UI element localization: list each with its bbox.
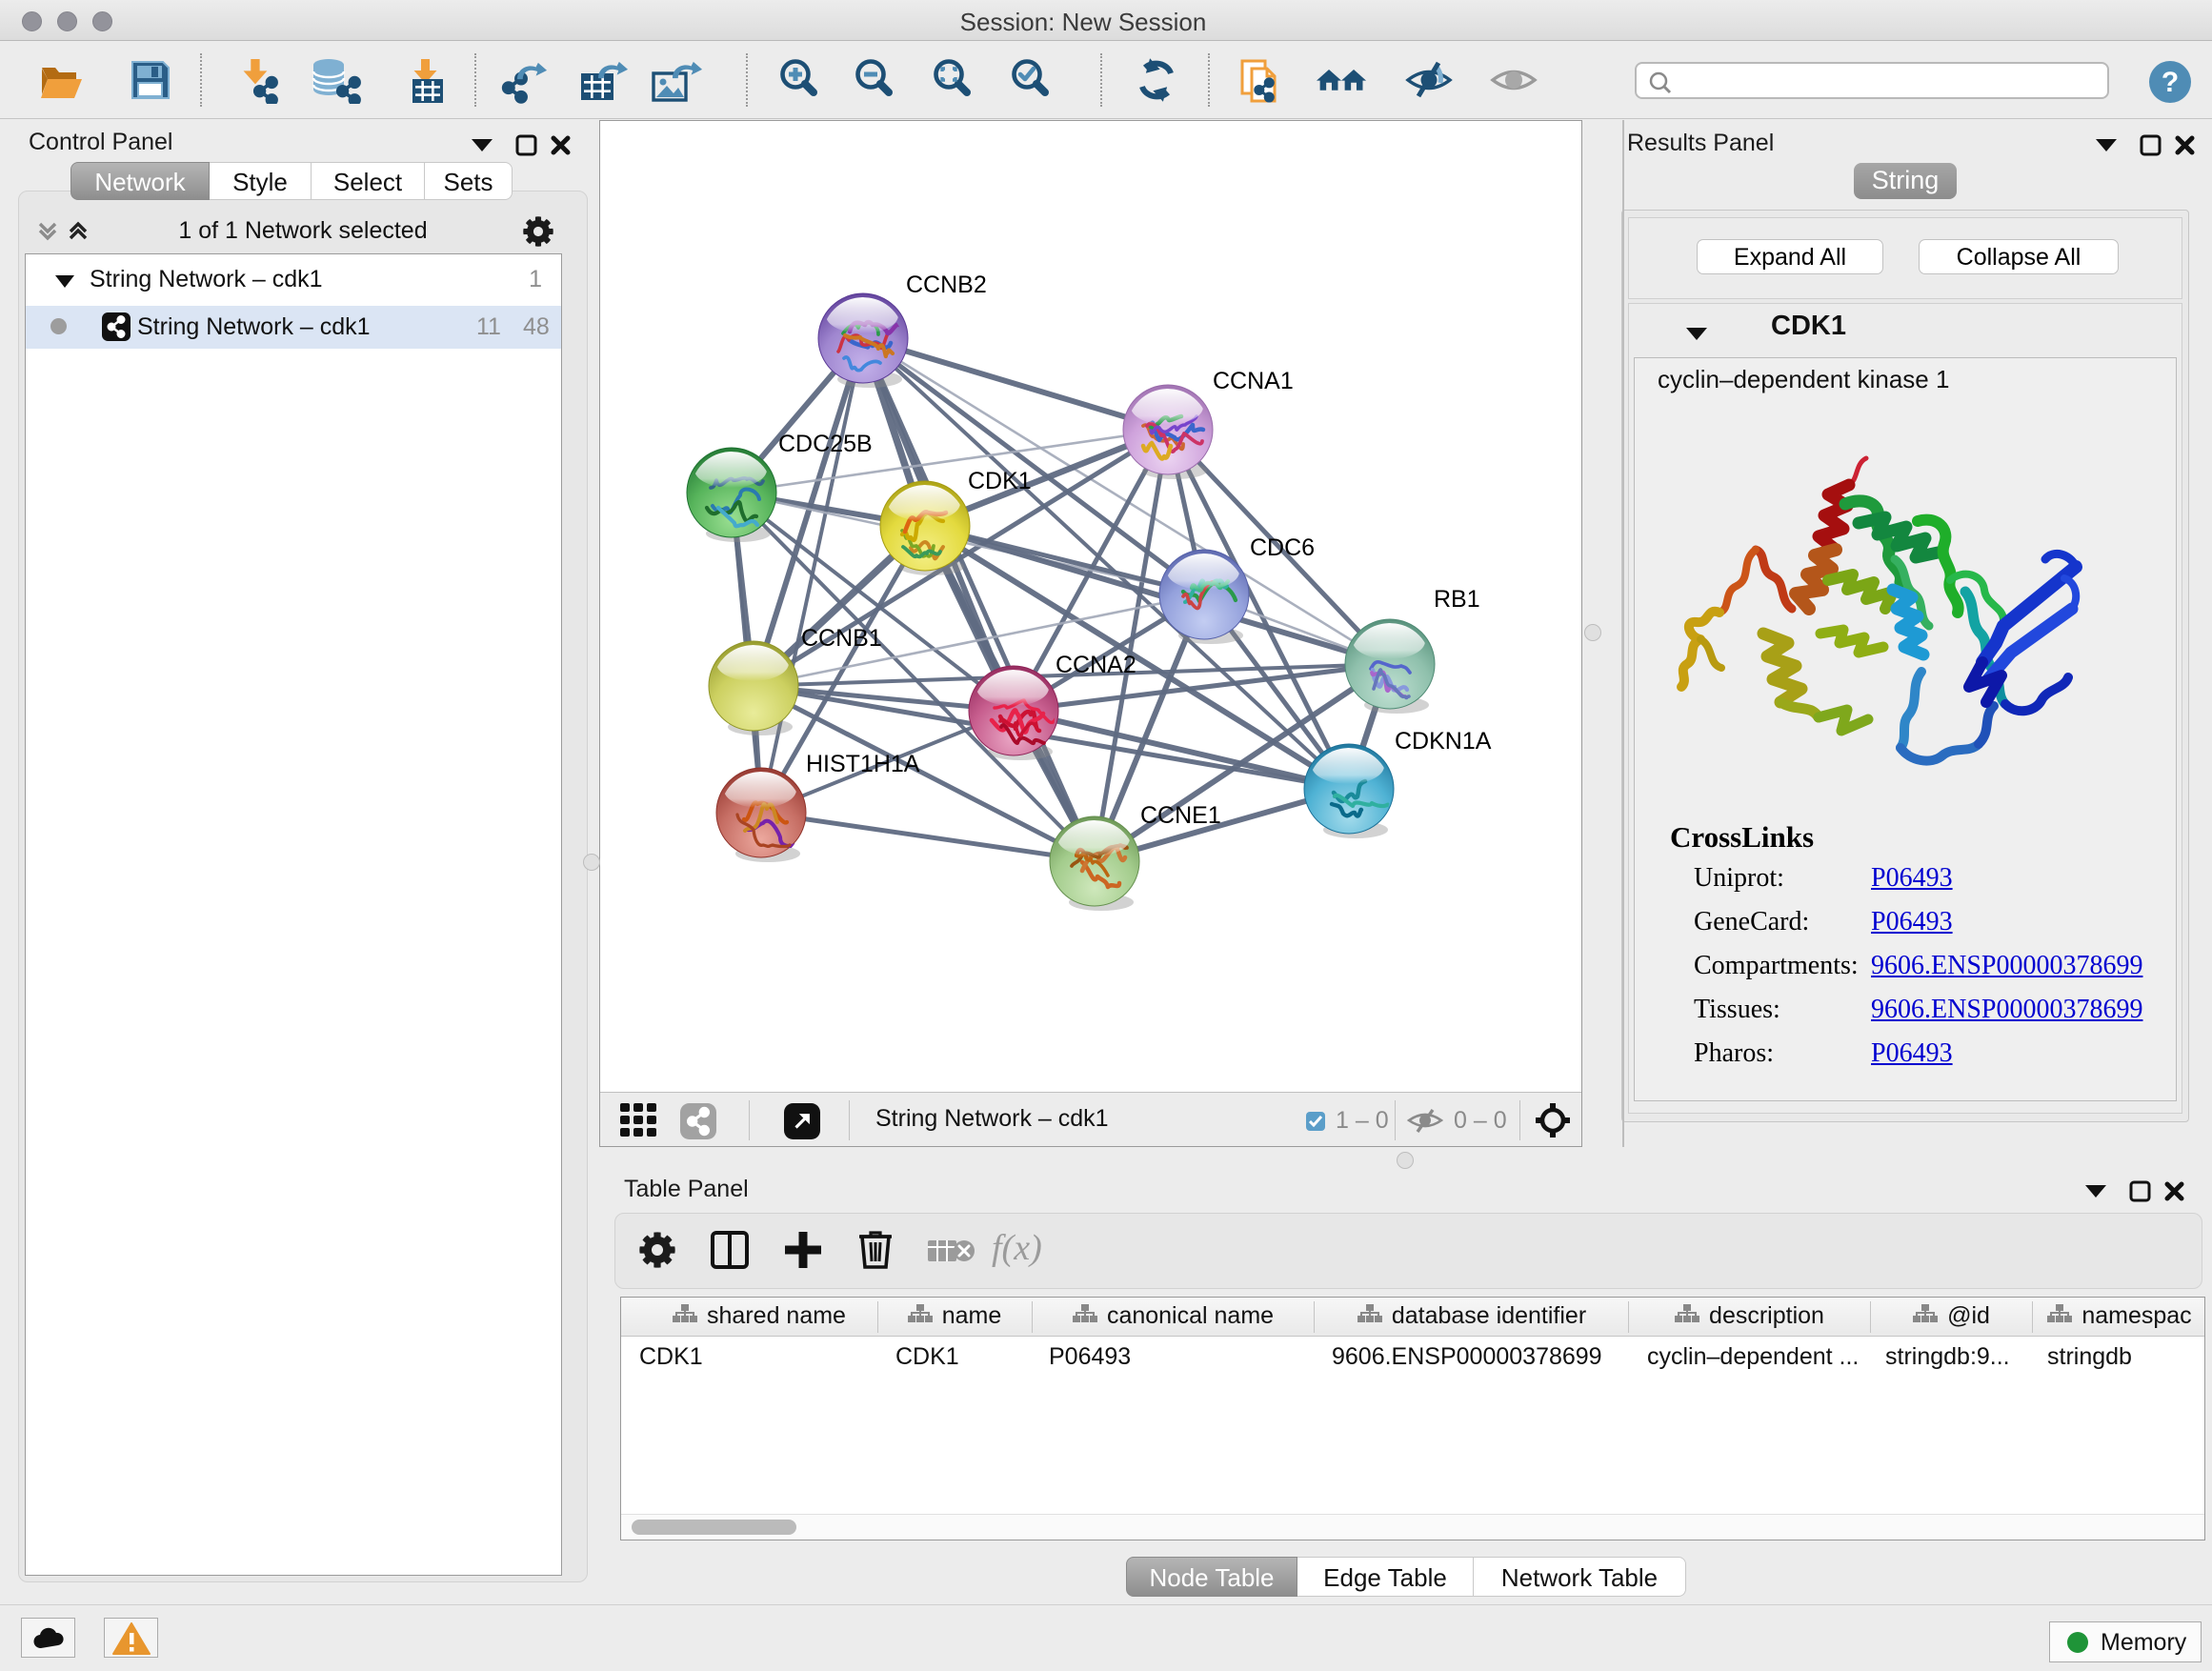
svg-text:CCNA2: CCNA2 <box>1056 652 1136 678</box>
svg-text:CDKN1A: CDKN1A <box>1395 728 1492 755</box>
svg-text:HIST1H1A: HIST1H1A <box>806 751 920 777</box>
svg-text:CDC25B: CDC25B <box>778 431 873 457</box>
svg-text:CDC6: CDC6 <box>1250 534 1315 561</box>
svg-text:CCNA1: CCNA1 <box>1213 368 1294 394</box>
svg-text:CCNB1: CCNB1 <box>801 625 882 652</box>
svg-text:CCNE1: CCNE1 <box>1140 802 1221 829</box>
svg-text:RB1: RB1 <box>1434 586 1480 613</box>
svg-text:CDK1: CDK1 <box>968 468 1032 494</box>
svg-text:CCNB2: CCNB2 <box>906 272 987 298</box>
svg-text:?: ? <box>2162 67 2179 98</box>
